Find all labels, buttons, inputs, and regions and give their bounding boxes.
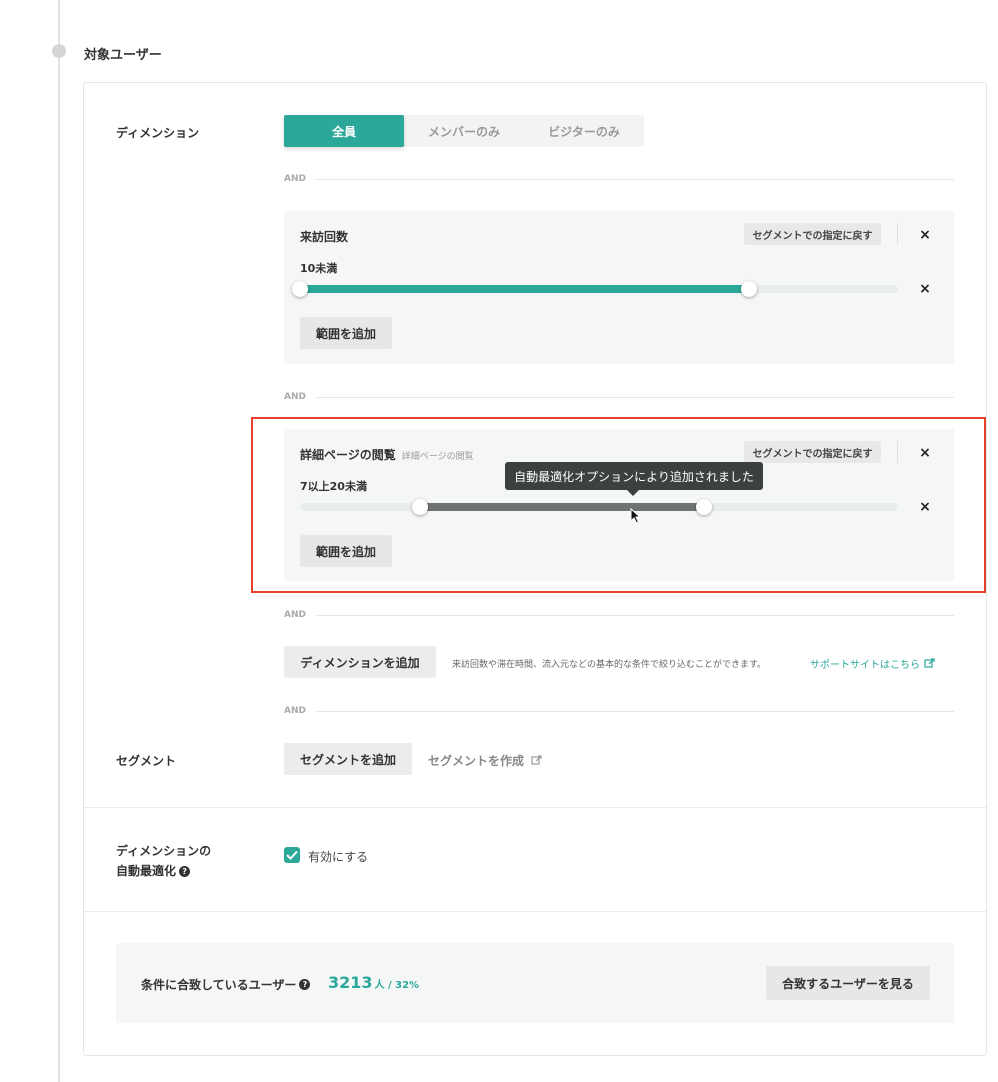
range-slider-track[interactable] bbox=[292, 281, 898, 297]
mouse-cursor-icon bbox=[630, 508, 642, 524]
divider bbox=[84, 911, 986, 912]
segment-all[interactable]: 全員 bbox=[284, 115, 404, 147]
view-matching-users-button[interactable]: 合致するユーザーを見る bbox=[766, 966, 930, 1000]
divider bbox=[84, 807, 986, 808]
external-link-icon bbox=[531, 755, 542, 765]
revert-to-segment-button[interactable]: セグメントでの指定に戻す bbox=[744, 223, 881, 245]
external-link-icon bbox=[924, 658, 935, 668]
section-title: 対象ユーザー bbox=[84, 48, 162, 63]
dimension-title: 来訪回数 bbox=[300, 230, 349, 244]
help-icon[interactable]: ? bbox=[299, 979, 311, 990]
create-segment-link[interactable]: セグメントを作成 bbox=[428, 752, 542, 769]
range-slider-end-handle[interactable] bbox=[740, 281, 757, 297]
add-dimension-button[interactable]: ディメンションを追加 bbox=[284, 646, 436, 678]
range-slider-fill bbox=[300, 285, 749, 293]
matching-users-label: 条件に合致しているユーザー? bbox=[141, 976, 311, 993]
and-label: AND bbox=[284, 174, 306, 184]
timeline-dot bbox=[52, 44, 66, 58]
and-label: AND bbox=[284, 610, 306, 620]
tooltip-arrow bbox=[627, 490, 639, 496]
help-icon[interactable]: ? bbox=[179, 866, 191, 877]
timeline-line bbox=[58, 0, 60, 1082]
remove-range-icon[interactable]: × bbox=[918, 282, 932, 296]
and-separator: AND bbox=[284, 173, 954, 185]
segment-visitors-only[interactable]: ビジターのみ bbox=[524, 115, 644, 147]
segment-members-only[interactable]: メンバーのみ bbox=[404, 115, 524, 147]
support-site-link[interactable]: サポートサイトはこちら bbox=[810, 656, 935, 671]
auto-optimization-label: ディメンションの 自動最適化? bbox=[116, 844, 212, 878]
range-slider-start-handle[interactable] bbox=[292, 281, 308, 297]
dimension-label: ディメンション bbox=[116, 126, 200, 140]
enable-label: 有効にする bbox=[308, 850, 369, 864]
tooltip: 自動最適化オプションにより追加されました bbox=[505, 462, 763, 490]
add-range-button[interactable]: 範囲を追加 bbox=[300, 317, 392, 349]
and-separator: AND bbox=[284, 705, 954, 717]
highlight-frame bbox=[251, 417, 986, 593]
and-separator: AND bbox=[284, 609, 954, 621]
divider bbox=[897, 223, 898, 245]
auto-optimization-checkbox[interactable] bbox=[284, 847, 300, 863]
result-summary: 条件に合致しているユーザー? 3213 人 / 32% 合致するユーザーを見る bbox=[116, 943, 954, 1023]
matching-users-count: 3213 人 / 32% bbox=[328, 973, 420, 992]
dimension-panel-visits: 来訪回数 セグメントでの指定に戻す × 10未満 × 範囲を追加 bbox=[284, 211, 954, 364]
and-label: AND bbox=[284, 392, 306, 402]
range-label: 10未満 bbox=[300, 262, 338, 275]
checkmark-icon bbox=[286, 850, 298, 860]
add-segment-button[interactable]: セグメントを追加 bbox=[284, 743, 412, 775]
and-label: AND bbox=[284, 706, 306, 716]
and-separator: AND bbox=[284, 391, 954, 403]
close-icon[interactable]: × bbox=[918, 228, 932, 242]
user-type-segmented-control: 全員 メンバーのみ ビジターのみ bbox=[284, 115, 644, 147]
segment-label: セグメント bbox=[116, 754, 177, 768]
matching-users-unit: 人 / 32% bbox=[374, 980, 420, 991]
add-dimension-help: 来訪回数や滞在時間、流入元などの基本的な条件で絞り込むことができます。 bbox=[452, 660, 767, 670]
